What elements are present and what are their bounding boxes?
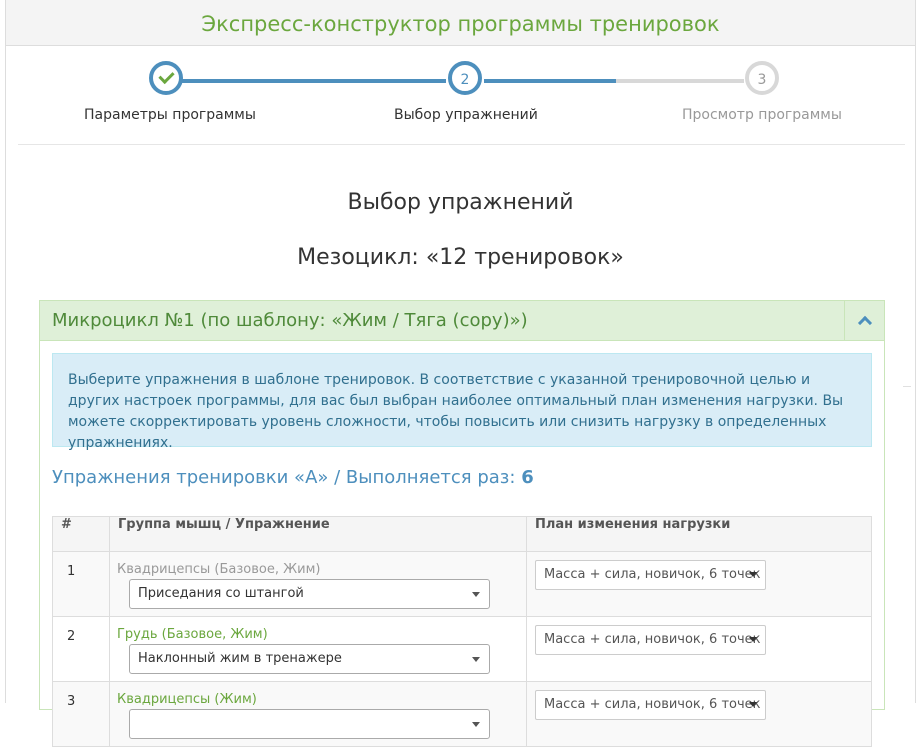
step-1-label[interactable]: Параметры программы bbox=[84, 107, 256, 123]
plan-select[interactable]: Масса + сила, новичок, 6 точек bbox=[535, 560, 766, 590]
panel-heading[interactable]: Микроцикл №1 (по шаблону: «Жим / Тяга (c… bbox=[40, 301, 884, 341]
row-number: 2 bbox=[67, 629, 76, 644]
header-plan: План изменения нагрузки bbox=[526, 516, 872, 552]
step-connector-1 bbox=[174, 79, 446, 83]
workout-title: Упражнения тренировки «A» / Выполняется … bbox=[52, 467, 534, 488]
checkmark-icon bbox=[158, 67, 175, 85]
header-number: # bbox=[52, 516, 110, 552]
exercise-select[interactable] bbox=[129, 709, 490, 739]
table-row: 1 Квадрицепсы (Базовое, Жим) Приседания … bbox=[52, 551, 872, 617]
muscle-group-label: Квадрицепсы (Жим) bbox=[117, 692, 257, 707]
step-3-label[interactable]: Просмотр программы bbox=[682, 107, 842, 123]
step-2-circle[interactable]: 2 bbox=[448, 61, 482, 95]
dropdown-arrow-icon bbox=[472, 657, 480, 662]
exercise-select-value: Приседания со штангой bbox=[138, 586, 304, 601]
muscle-group-label: Квадрицепсы (Базовое, Жим) bbox=[117, 562, 321, 577]
step-2-label[interactable]: Выбор упражнений bbox=[394, 107, 538, 123]
step-1-circle[interactable] bbox=[149, 61, 183, 95]
plan-select-value: Масса + сила, новичок, 6 точек bbox=[544, 632, 761, 647]
collapse-button[interactable] bbox=[844, 301, 884, 340]
workout-label: Упражнения тренировки «A» / Выполняется … bbox=[52, 467, 516, 488]
muscle-group-label: Грудь (Базовое, Жим) bbox=[117, 627, 268, 642]
step-3-circle[interactable]: 3 bbox=[745, 61, 779, 95]
microcycle-panel: Микроцикл №1 (по шаблону: «Жим / Тяга (c… bbox=[39, 300, 885, 747]
stepper: 2 3 Параметры программы Выбор упражнений… bbox=[6, 45, 915, 145]
section-title: Выбор упражнений bbox=[347, 190, 574, 215]
table-header-row: # Группа мышц / Упражнение План изменени… bbox=[52, 516, 872, 552]
plan-select[interactable]: Масса + сила, новичок, 6 точек bbox=[535, 625, 766, 655]
exercise-select-value: Наклонный жим в тренажере bbox=[138, 651, 342, 666]
exercise-table: # Группа мышц / Упражнение План изменени… bbox=[52, 516, 872, 747]
microcycle-title: Микроцикл №1 (по шаблону: «Жим / Тяга (c… bbox=[52, 310, 528, 331]
table-row: 2 Грудь (Базовое, Жим) Наклонный жим в т… bbox=[52, 616, 872, 682]
plan-select-value: Масса + сила, новичок, 6 точек bbox=[544, 697, 761, 712]
chevron-up-icon bbox=[857, 315, 873, 331]
dropdown-arrow-icon bbox=[472, 592, 480, 597]
table-row: 3 Квадрицепсы (Жим) Масса + сила, новичо… bbox=[52, 681, 872, 747]
step-connector-2-done bbox=[484, 79, 616, 83]
row-number: 1 bbox=[67, 564, 76, 579]
page-frame: Экспресс-конструктор программы тренирово… bbox=[5, 0, 916, 747]
info-alert: Выберите упражнения в шаблоне тренировок… bbox=[52, 353, 872, 451]
mesocycle-title: Мезоцикл: «12 тренировок» bbox=[297, 245, 624, 270]
dropdown-arrow-icon bbox=[472, 722, 480, 727]
plan-select[interactable]: Масса + сила, новичок, 6 точек bbox=[535, 690, 766, 720]
workout-count: 6 bbox=[521, 467, 534, 488]
plan-select-value: Масса + сила, новичок, 6 точек bbox=[544, 567, 761, 582]
page-title: Экспресс-конструктор программы тренирово… bbox=[6, 0, 915, 46]
step-connector-2-pending bbox=[616, 79, 744, 83]
exercise-select[interactable]: Наклонный жим в тренажере bbox=[129, 644, 490, 674]
header-group-exercise: Группа мышц / Упражнение bbox=[109, 516, 527, 552]
stepper-divider bbox=[18, 144, 905, 145]
row-number: 3 bbox=[67, 694, 76, 709]
exercise-select[interactable]: Приседания со штангой bbox=[129, 579, 490, 609]
side-marker bbox=[903, 386, 911, 387]
dropdown-arrow-icon bbox=[749, 572, 757, 577]
dropdown-arrow-icon bbox=[749, 637, 757, 642]
